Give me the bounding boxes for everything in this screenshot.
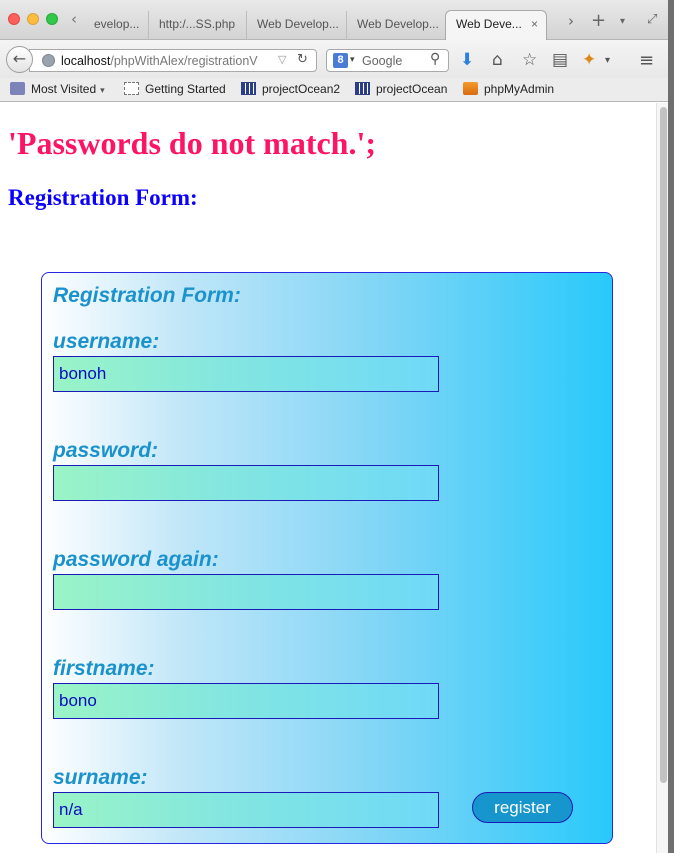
tab-strip: ‹ evelop... http:/...SS.php Web Develop.…: [0, 0, 674, 41]
reader-icon[interactable]: ▤: [552, 50, 568, 70]
back-button[interactable]: ←: [6, 46, 33, 73]
zoom-window-icon[interactable]: [46, 13, 58, 25]
minimize-window-icon[interactable]: [27, 13, 39, 25]
close-window-icon[interactable]: [8, 13, 20, 25]
fullscreen-icon[interactable]: ⤢: [647, 12, 657, 27]
form-title: Registration Form:: [53, 284, 241, 307]
firstname-label: firstname:: [53, 657, 155, 680]
password-again-label: password again:: [53, 548, 219, 571]
chevron-down-icon: ▾: [100, 85, 105, 95]
surname-input[interactable]: [53, 792, 439, 828]
menu-icon[interactable]: ≡: [639, 50, 654, 71]
tab-4[interactable]: Web Develop...: [346, 11, 446, 40]
firstname-input[interactable]: [53, 683, 439, 719]
url-bar[interactable]: localhost/phpWithAlex/registrationV ▽ ↻: [29, 49, 317, 72]
register-button[interactable]: register: [472, 792, 573, 823]
tab-scroll-right-icon[interactable]: ›: [568, 12, 574, 30]
back-icon: ←: [12, 49, 27, 68]
vertical-scrollbar[interactable]: [656, 103, 668, 853]
tab-active[interactable]: Web Deve... ×: [445, 10, 547, 41]
username-input[interactable]: [53, 356, 439, 392]
bookmark-project-ocean2[interactable]: projectOcean2: [241, 82, 340, 96]
password-label: password:: [53, 439, 159, 462]
bookmark-getting-started[interactable]: Getting Started: [124, 82, 226, 96]
error-message: 'Passwords do not match.';: [8, 125, 377, 161]
page-heading: Registration Form:: [8, 185, 198, 210]
tab-2[interactable]: http:/...SS.php: [148, 11, 246, 40]
extension-icon[interactable]: ✦: [582, 50, 596, 70]
page-content: 'Passwords do not match.'; Registration …: [0, 103, 656, 853]
registration-form: Registration Form: username: password: p…: [41, 272, 613, 844]
username-label: username:: [53, 330, 160, 353]
home-icon[interactable]: ⌂: [492, 50, 503, 70]
download-icon[interactable]: ⬇: [460, 50, 474, 70]
navigation-toolbar: localhost/phpWithAlex/registrationV ▽ ↻ …: [0, 40, 674, 78]
tab-list-icon[interactable]: ▾: [620, 16, 625, 27]
search-engine-dropdown-icon[interactable]: ▾: [350, 54, 355, 65]
tab-1[interactable]: evelop...: [84, 11, 148, 40]
search-bar[interactable]: 8 ▾ Google ⚲: [326, 49, 449, 72]
reload-icon[interactable]: ↻: [297, 52, 308, 67]
new-tab-icon[interactable]: +: [591, 10, 606, 31]
scrollbar-thumb[interactable]: [660, 107, 667, 783]
close-tab-icon[interactable]: ×: [531, 17, 538, 31]
search-placeholder: Google: [362, 54, 403, 68]
grid-icon: [355, 82, 370, 95]
search-icon[interactable]: ⚲: [430, 51, 440, 67]
star-icon[interactable]: ☆: [522, 50, 537, 70]
globe-icon: [42, 54, 55, 67]
url-text: localhost/phpWithAlex/registrationV: [61, 54, 258, 68]
bookmark-phpmyadmin[interactable]: phpMyAdmin: [463, 82, 554, 96]
extension-dropdown-icon[interactable]: ▾: [605, 55, 610, 66]
url-dropdown-icon[interactable]: ▽: [278, 53, 286, 66]
search-engine-icon[interactable]: 8: [333, 53, 348, 68]
grid-icon: [241, 82, 256, 95]
folder-icon: [10, 82, 25, 95]
bookmarks-toolbar: Most Visited ▾ Getting Started projectOce…: [0, 78, 674, 102]
tab-3[interactable]: Web Develop...: [246, 11, 346, 40]
tab-scroll-left-icon[interactable]: ‹: [71, 10, 77, 28]
password-again-input[interactable]: [53, 574, 439, 610]
page-icon: [124, 82, 139, 95]
password-input[interactable]: [53, 465, 439, 501]
window-edge: [668, 0, 674, 853]
bookmark-project-ocean[interactable]: projectOcean: [355, 82, 447, 96]
phpmyadmin-icon: [463, 82, 478, 95]
bookmark-most-visited[interactable]: Most Visited ▾: [10, 82, 105, 96]
surname-label: surname:: [53, 766, 148, 789]
